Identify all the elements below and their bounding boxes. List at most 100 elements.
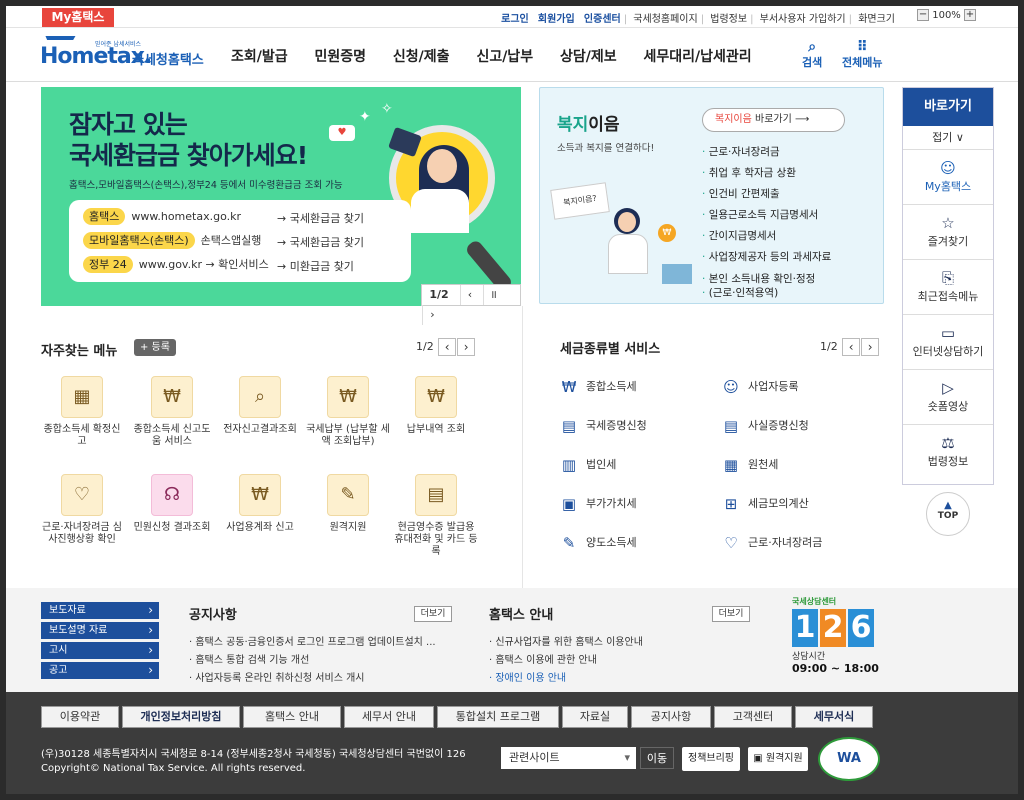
quick-item-consult[interactable]: ▭ 인터넷상담하기 bbox=[903, 315, 993, 370]
fav-next-button[interactable]: › bbox=[457, 338, 476, 356]
tax-item-simulation[interactable]: ⊞ 세금모의계산 bbox=[720, 495, 809, 513]
banner-prev-button[interactable]: ‹ bbox=[459, 285, 480, 305]
fav-item-income-tax-final[interactable]: ▦ 종합소득세 확정신고 bbox=[40, 376, 124, 448]
footer-tax-forms-link[interactable]: 세무서식 bbox=[795, 706, 873, 728]
policy-briefing-badge[interactable]: 정책브리핑 bbox=[682, 747, 740, 771]
nav-item-certificate[interactable]: 민원증명 bbox=[315, 49, 367, 65]
auth-center-link[interactable]: 인증센터 bbox=[584, 14, 621, 25]
tax-item-tax-cert[interactable]: ▤ 국세증명신청 bbox=[558, 417, 647, 435]
welfare-item[interactable]: 취업 후 학자금 상환 bbox=[702, 163, 882, 184]
tax-item-incentive[interactable]: ♡ 근로·자녀장려금 bbox=[720, 534, 822, 552]
arrow-up-icon: ▲ bbox=[944, 500, 952, 511]
nav-item-apply[interactable]: 신청/제출 bbox=[393, 49, 450, 65]
fav-item-incentive-status[interactable]: ♡ 근로·자녀장려금 심사진행상황 확인 bbox=[40, 474, 124, 546]
nav-item-consult[interactable]: 상담/제보 bbox=[560, 49, 617, 65]
refund-banner-title-line2: 국세환급금 찾아가세요! bbox=[69, 141, 308, 170]
announcement-button[interactable]: 공고 bbox=[41, 662, 159, 679]
zoom-out-button[interactable]: − bbox=[917, 9, 930, 21]
related-sites-go-button[interactable]: 이동 bbox=[640, 747, 674, 769]
notice-more-button[interactable]: 더보기 bbox=[414, 606, 452, 622]
fav-item-e-filing-result[interactable]: ⌕ 전자신고결과조회 bbox=[218, 376, 302, 436]
remote-support-badge[interactable]: ▣ 원격지원 bbox=[748, 747, 808, 771]
footer-hometax-guide-link[interactable]: 홈택스 안내 bbox=[243, 706, 341, 728]
welfare-title-b: 이음 bbox=[588, 115, 620, 135]
related-sites-select[interactable]: 관련사이트 bbox=[501, 747, 636, 769]
footer-terms-link[interactable]: 이용약관 bbox=[41, 706, 119, 728]
tax-item-fact-cert[interactable]: ▤ 사실증명신청 bbox=[720, 417, 809, 435]
welfare-item[interactable]: 사업장제공자 등의 과세자료 bbox=[702, 247, 882, 268]
footer-support-link[interactable]: 고객센터 bbox=[714, 706, 792, 728]
footer-install-link[interactable]: 통합설치 프로그램 bbox=[437, 706, 559, 728]
fav-item-income-tax-help[interactable]: ₩ 종합소득세 신고도움 서비스 bbox=[130, 376, 214, 448]
press-release-button[interactable]: 보도자료 bbox=[41, 602, 159, 619]
nav-item-agent[interactable]: 세무대리/납세관리 bbox=[643, 49, 751, 65]
quick-item-law[interactable]: ⚖ 법령정보 bbox=[903, 425, 993, 480]
welfare-goto-button[interactable]: 복지이음 바로가기 ⟶ bbox=[702, 108, 845, 132]
tax-item-business-reg[interactable]: ☺ 사업자등록 bbox=[720, 378, 798, 396]
quick-item-recent[interactable]: ⎘ 최근접속메뉴 bbox=[903, 260, 993, 315]
logo[interactable]: 믿어준 납세서비스 Hometax. 국세청홈택스 bbox=[38, 34, 210, 74]
dept-user-signup-link[interactable]: 부서사용자 가입하기 bbox=[760, 14, 846, 25]
notice-item[interactable]: 홈택스 통합 검색 기능 개선 bbox=[189, 652, 436, 670]
tax-item-income[interactable]: ₩ 종합소득세 bbox=[558, 378, 637, 396]
welfare-item-sub: (근로·인적용역) bbox=[702, 286, 882, 300]
tax-next-button[interactable]: › bbox=[861, 338, 880, 356]
tax-item-vat[interactable]: ▣ 부가가치세 bbox=[558, 495, 637, 513]
nts-home-link[interactable]: 국세청홈페이지 bbox=[633, 14, 697, 25]
guide-item[interactable]: 홈택스 이용에 관한 안내 bbox=[489, 652, 643, 670]
notice-item[interactable]: 홈택스 공동·금융인증서 로그인 프로그램 업데이트설치 ... bbox=[189, 634, 435, 652]
press-explain-button[interactable]: 보도설명 자료 bbox=[41, 622, 159, 639]
welfare-item[interactable]: 근로·자녀장려금 bbox=[702, 142, 882, 163]
fav-item-label: 민원신청 결과조회 bbox=[133, 522, 211, 533]
quick-item-favorites[interactable]: ☆ 즐겨찾기 bbox=[903, 205, 993, 260]
nav-item-report[interactable]: 신고/납부 bbox=[476, 49, 533, 65]
search-button[interactable]: ⌕ 검색 bbox=[802, 40, 822, 70]
fav-prev-button[interactable]: ‹ bbox=[438, 338, 457, 356]
fav-item-payment-history[interactable]: ₩ 납부내역 조회 bbox=[394, 376, 478, 436]
welfare-item[interactable]: 인건비 간편제출 bbox=[702, 184, 882, 205]
fav-item-label: 전자신고결과조회 bbox=[223, 424, 297, 435]
fav-item-business-account[interactable]: ₩ 사업용계좌 신고 bbox=[218, 474, 302, 534]
welfare-item[interactable]: 본인 소득내용 확인·정정 bbox=[702, 272, 882, 286]
banner-next-button[interactable]: › bbox=[422, 305, 442, 325]
tax-service-pager: 1/2 ‹ › bbox=[820, 338, 880, 356]
fav-item-cash-receipt[interactable]: ▤ 현금영수증 발급용 휴대전화 및 카드 등록 bbox=[394, 474, 478, 558]
quick-item-myhome[interactable]: ☺ My홈택스 bbox=[903, 150, 993, 205]
fav-item-label: 현금영수증 발급용 휴대전화 및 카드 등록 bbox=[394, 522, 478, 557]
banner-pause-button[interactable]: ॥ bbox=[483, 285, 503, 305]
refund-banner[interactable]: 잠자고 있는 국세환급금 찾아가세요! 홈택스,모바일홈택스(손택스),정부24… bbox=[41, 87, 521, 325]
footer-library-link[interactable]: 자료실 bbox=[562, 706, 628, 728]
tax-item-corporate[interactable]: ▥ 법인세 bbox=[558, 456, 616, 474]
guide-more-button[interactable]: 더보기 bbox=[712, 606, 750, 622]
signup-link[interactable]: 회원가입 bbox=[538, 14, 575, 25]
welfare-item[interactable]: 간이지급명세서 bbox=[702, 226, 882, 247]
tax-item-label: 법인세 bbox=[586, 458, 617, 471]
law-info-link[interactable]: 법령정보 bbox=[710, 14, 747, 25]
footer-office-guide-link[interactable]: 세무서 안내 bbox=[344, 706, 434, 728]
welfare-item[interactable]: 일용근로소득 지급명세서 bbox=[702, 205, 882, 226]
footer-privacy-link[interactable]: 개인정보처리방침 bbox=[122, 706, 240, 728]
footer-notice-link[interactable]: 공지사항 bbox=[631, 706, 711, 728]
guide-item[interactable]: 장애인 이용 안내 bbox=[489, 670, 643, 688]
quick-item-shortform[interactable]: ▷ 숏폼영상 bbox=[903, 370, 993, 425]
books-icon bbox=[662, 264, 692, 284]
fav-item-remote-support[interactable]: ✎ 원격지원 bbox=[306, 474, 390, 534]
fav-register-button[interactable]: + 등록 bbox=[134, 339, 176, 356]
guide-item[interactable]: 신규사업자를 위한 홈택스 이용안내 bbox=[489, 634, 643, 652]
tax-item-withholding[interactable]: ▦ 원천세 bbox=[720, 456, 778, 474]
nav-item-inquiry[interactable]: 조회/발급 bbox=[231, 49, 288, 65]
tax-prev-button[interactable]: ‹ bbox=[842, 338, 861, 356]
quick-fold-button[interactable]: 접기 ∨ bbox=[903, 126, 993, 150]
fav-item-tax-payment[interactable]: ₩ 국세납부 (납부할 세액 조회납부) bbox=[306, 376, 390, 448]
zoom-in-button[interactable]: + bbox=[964, 9, 976, 21]
all-menu-button[interactable]: ⠿ 전체메뉴 bbox=[842, 40, 882, 70]
top-button[interactable]: ▲ TOP bbox=[926, 492, 970, 536]
notification-button[interactable]: 고시 bbox=[41, 642, 159, 659]
tax-service-title: 세금종류별 서비스 bbox=[560, 342, 661, 357]
fav-item-civil-result[interactable]: ☊ 민원신청 결과조회 bbox=[130, 474, 214, 534]
fav-item-label: 종합소득세 신고도움 서비스 bbox=[133, 424, 211, 447]
notice-item[interactable]: 사업자등록 온라인 취하신청 서비스 개시 bbox=[189, 670, 436, 688]
tax-item-transfer[interactable]: ✎ 양도소득세 bbox=[558, 534, 637, 552]
myhome-tab[interactable]: My홈택스 bbox=[42, 8, 114, 27]
login-link[interactable]: 로그인 bbox=[501, 14, 529, 25]
